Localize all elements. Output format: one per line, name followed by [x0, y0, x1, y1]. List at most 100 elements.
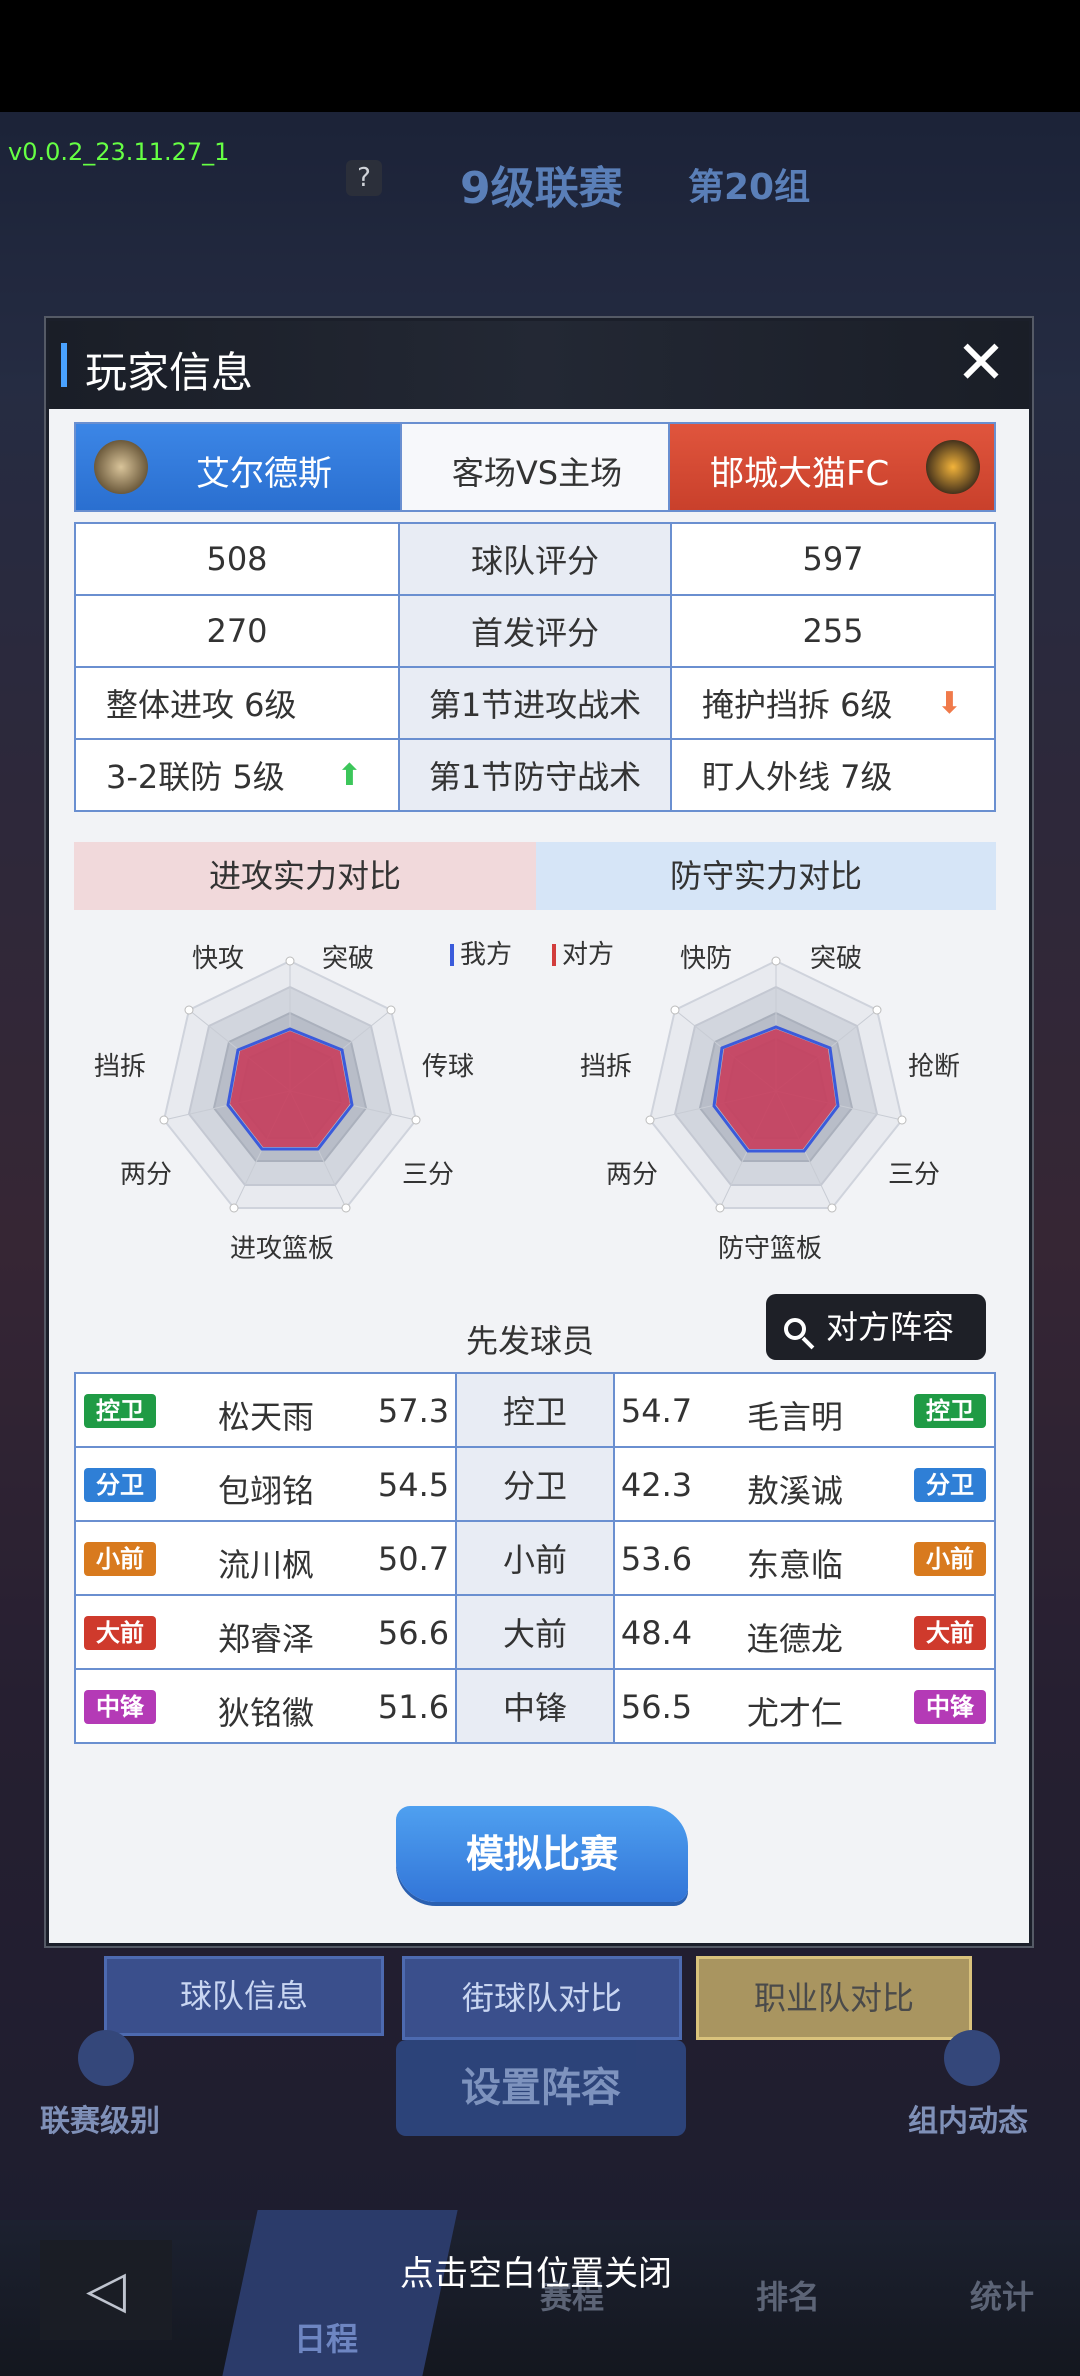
arrow-up-icon: ⬆: [336, 758, 362, 793]
opp-lineup-label: 对方阵容: [826, 1308, 955, 1346]
league-title: 9级联赛: [460, 163, 623, 214]
home-player-score: 56.6: [377, 1614, 450, 1652]
radar-label: 防守篮板: [718, 1234, 823, 1264]
back-button[interactable]: ◁: [40, 2240, 172, 2340]
home-player-cell: 控卫 松天雨 57.3: [73, 1372, 457, 1448]
radar-label: 传球: [422, 1052, 475, 1082]
pos-badge-sg: 分卫: [914, 1468, 986, 1502]
tab-pro-compare[interactable]: 职业队对比: [696, 1956, 972, 2040]
tab-team-info[interactable]: 球队信息: [104, 1956, 384, 2036]
modal-title: 玩家信息: [85, 348, 254, 397]
away-player-name[interactable]: 毛言明: [747, 1392, 843, 1438]
vs-cell: 客场VS主场: [400, 424, 670, 510]
simulate-match-button[interactable]: 模拟比赛: [396, 1806, 688, 1902]
home-player-score: 57.3: [377, 1392, 450, 1430]
pos-badge-sf: 小前: [84, 1542, 156, 1576]
modal-header: 玩家信息 ✕: [49, 321, 1029, 409]
vs-label: 客场VS主场: [451, 454, 623, 492]
table-row: 270 首发评分 255: [74, 594, 996, 668]
home-player-cell: 小前 流川枫 50.7: [73, 1520, 457, 1596]
defense-radar: [645, 956, 907, 1213]
away-starter-rating: 255: [670, 594, 996, 668]
away-player-name[interactable]: 尤才仁: [747, 1688, 843, 1734]
radar-label: 突破: [810, 944, 863, 974]
table-row: 中锋 狄铭徽 51.6 中锋 56.5 尤才仁 中锋: [73, 1668, 997, 1744]
opp-lineup-button[interactable]: 对方阵容: [766, 1294, 986, 1360]
radar-label: 三分: [888, 1160, 941, 1190]
home-defense-tactic-cell: 3-2联防 5级 ⬆: [74, 738, 400, 812]
home-player-cell: 大前 郑睿泽 56.6: [73, 1594, 457, 1670]
stats-tab[interactable]: 统计: [970, 2272, 1034, 2318]
radar-label: 抢断: [908, 1052, 961, 1082]
home-team-cell: 艾尔德斯: [76, 424, 400, 510]
home-player-cell: 分卫 包翊铭 54.5: [73, 1446, 457, 1522]
league-level-button[interactable]: 联赛级别: [40, 2096, 160, 2140]
players-table: 控卫 松天雨 57.3 控卫 54.7 毛言明 控卫 分卫 包翊铭 54.5 分…: [73, 1372, 997, 1744]
home-player-name[interactable]: 郑睿泽: [218, 1614, 314, 1660]
home-player-name[interactable]: 包翊铭: [218, 1466, 314, 1512]
home-team-name: 艾尔德斯: [196, 454, 332, 494]
away-player-name[interactable]: 东意临: [747, 1540, 843, 1586]
radar-label: 进攻篮板: [230, 1234, 335, 1264]
group-title: 第20组: [688, 167, 811, 208]
away-defense-tactic: 盯人外线 7级: [670, 738, 996, 812]
home-player-score: 51.6: [377, 1688, 450, 1726]
table-row: 508 球队评分 597: [74, 522, 996, 596]
away-player-cell: 53.6 东意临 小前: [613, 1520, 997, 1596]
away-player-name[interactable]: 敖溪诚: [747, 1466, 843, 1512]
away-team-rating: 597: [670, 522, 996, 596]
help-button[interactable]: ?: [346, 160, 382, 196]
away-player-cell: 42.3 敖溪诚 分卫: [613, 1446, 997, 1522]
radar-label: 快防: [680, 944, 733, 974]
league-level-icon: [78, 2030, 134, 2086]
legend-opp: 对方: [552, 934, 614, 971]
starters-title: 先发球员: [466, 1322, 595, 1360]
home-player-name[interactable]: 松天雨: [218, 1392, 314, 1438]
pos-badge-sf: 小前: [914, 1542, 986, 1576]
group-news-button[interactable]: 组内动态: [908, 2096, 1028, 2140]
ranking-tab[interactable]: 排名: [756, 2272, 820, 2318]
table-row: 3-2联防 5级 ⬆ 第1节防守战术 盯人外线 7级: [74, 738, 996, 812]
away-offense-tactic-cell: 掩护挡拆 6级 ⬇: [670, 666, 996, 740]
teams-header: 艾尔德斯 客场VS主场 邯城大猫FC: [74, 422, 996, 512]
table-row: 整体进攻 6级 第1节进攻战术 掩护挡拆 6级 ⬇: [74, 666, 996, 740]
legend-mine: 我方: [450, 934, 512, 971]
home-player-name[interactable]: 流川枫: [218, 1540, 314, 1586]
pos-badge-c: 中锋: [84, 1690, 156, 1724]
pos-badge-c: 中锋: [914, 1690, 986, 1724]
schedule-tab[interactable]: 日程: [294, 2314, 358, 2360]
home-team-rating: 508: [74, 522, 400, 596]
table-row: 控卫 松天雨 57.3 控卫 54.7 毛言明 控卫: [73, 1372, 997, 1448]
close-icon[interactable]: ✕: [949, 333, 1013, 397]
home-offense-tactic: 整体进攻 6级: [74, 666, 400, 740]
radar-label: 挡拆: [580, 1052, 633, 1082]
close-hint: 点击空白位置关闭: [400, 2254, 672, 2294]
starter-rating-label: 首发评分: [398, 594, 672, 668]
away-player-score: 53.6: [620, 1540, 693, 1578]
setup-lineup-button[interactable]: 设置阵容: [396, 2040, 686, 2136]
radar-label: 两分: [120, 1160, 173, 1190]
attack-radar: [159, 956, 421, 1213]
search-icon: [784, 1318, 806, 1340]
radar-label: 突破: [322, 944, 375, 974]
home-player-cell: 中锋 狄铭徽 51.6: [73, 1668, 457, 1744]
home-player-score: 54.5: [377, 1466, 450, 1504]
away-player-score: 42.3: [620, 1466, 693, 1504]
table-row: 小前 流川枫 50.7 小前 53.6 东意临 小前: [73, 1520, 997, 1596]
away-player-name[interactable]: 连德龙: [747, 1614, 843, 1660]
away-team-name: 邯城大猫FC: [710, 454, 890, 494]
pos-badge-pf: 大前: [914, 1616, 986, 1650]
stats-table: 508 球队评分 597 270 首发评分 255 整体进攻 6级 第1节进攻战…: [74, 522, 996, 812]
team-rating-label: 球队评分: [398, 522, 672, 596]
q1-defense-label: 第1节防守战术: [398, 738, 672, 812]
q1-offense-label: 第1节进攻战术: [398, 666, 672, 740]
home-player-name[interactable]: 狄铭徽: [218, 1688, 314, 1734]
away-offense-tactic: 掩护挡拆 6级: [702, 686, 893, 724]
tab-street-compare[interactable]: 街球队对比: [402, 1956, 682, 2040]
deer-crest-icon: [94, 440, 148, 494]
pos-badge-sg: 分卫: [84, 1468, 156, 1502]
away-player-score: 48.4: [620, 1614, 693, 1652]
home-defense-tactic: 3-2联防 5级: [106, 758, 285, 796]
legend-swatch: [552, 944, 556, 966]
pos-badge-pf: 大前: [84, 1616, 156, 1650]
